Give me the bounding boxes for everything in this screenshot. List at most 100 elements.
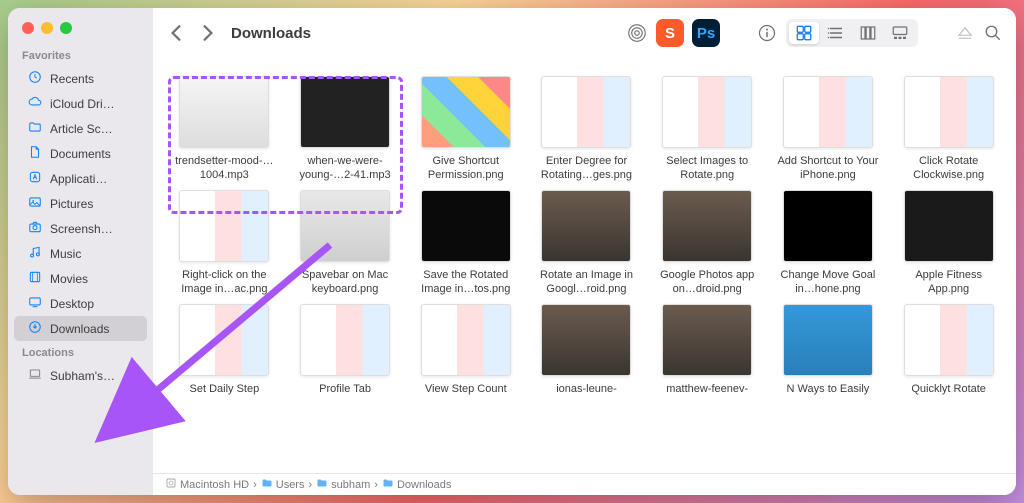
file-item[interactable]: Rotate an Image in Googl…roid.png — [529, 190, 644, 296]
file-item[interactable]: Apple Fitness App.png — [891, 190, 1006, 296]
close-button[interactable] — [22, 22, 34, 34]
photo-icon — [28, 195, 42, 212]
finder-window: Favorites RecentsiCloud Dri…Article Sc…D… — [8, 8, 1016, 495]
sidebar-item-movies[interactable]: Movies — [14, 266, 147, 291]
fullscreen-button[interactable] — [60, 22, 72, 34]
file-item[interactable]: Right-click on the Image in…ac.png — [167, 190, 282, 296]
sidebar-item-screensh[interactable]: Screensh… — [14, 216, 147, 241]
sidebar-item-music[interactable]: Music — [14, 241, 147, 266]
file-thumbnail — [662, 190, 752, 262]
file-thumbnail — [783, 304, 873, 376]
path-label: Macintosh HD — [180, 479, 249, 491]
file-item[interactable]: Select Images to Rotate.png — [650, 76, 765, 182]
view-mode-group — [786, 19, 918, 47]
path-segment[interactable]: Macintosh HD — [165, 477, 249, 492]
file-name: Enter Degree for Rotating…ges.png — [532, 154, 640, 182]
minimize-button[interactable] — [41, 22, 53, 34]
sidebar-item-label: Screensh… — [50, 222, 113, 236]
sidebar-item-label: Article Sc… — [50, 122, 113, 136]
file-item[interactable]: Click Rotate Clockwise.png — [891, 76, 1006, 182]
film-icon — [28, 270, 42, 287]
file-item[interactable]: View Step Count — [408, 304, 523, 410]
file-grid-area[interactable]: trendsetter-mood-…1004.mp3 when-we-were-y… — [153, 58, 1016, 473]
sidebar-item-applicati[interactable]: Applicati… — [14, 166, 147, 191]
file-name: Give Shortcut Permission.png — [412, 154, 520, 182]
sidebar-item-subhams[interactable]: Subham's… — [14, 363, 147, 388]
file-item[interactable]: Enter Degree for Rotating…ges.png — [529, 76, 644, 182]
info-button[interactable] — [758, 24, 776, 42]
column-view-button[interactable] — [853, 22, 883, 44]
folder-b-icon — [382, 477, 394, 492]
path-label: Users — [276, 479, 305, 491]
airdrop-icon[interactable] — [628, 24, 646, 42]
file-item[interactable]: Quicklyt Rotate — [891, 304, 1006, 410]
sidebar: Favorites RecentsiCloud Dri…Article Sc…D… — [8, 8, 153, 495]
file-name: ionas-leune- — [556, 382, 617, 410]
camera-icon — [28, 220, 42, 237]
file-thumbnail — [904, 304, 994, 376]
file-item[interactable]: ionas-leune- — [529, 304, 644, 410]
file-thumbnail — [300, 190, 390, 262]
file-thumbnail — [541, 304, 631, 376]
file-thumbnail — [179, 304, 269, 376]
file-thumbnail — [662, 304, 752, 376]
file-item[interactable]: Spavebar on Mac keyboard.png — [288, 190, 403, 296]
file-name: when-we-were-young-…2-41.mp3 — [291, 154, 399, 182]
app-icon-s[interactable]: S — [656, 19, 684, 47]
gallery-view-button[interactable] — [885, 22, 915, 44]
window-controls — [8, 22, 153, 34]
file-item[interactable]: Give Shortcut Permission.png — [408, 76, 523, 182]
path-label: Downloads — [397, 479, 451, 491]
eject-button[interactable] — [956, 24, 974, 42]
icon-view-button[interactable] — [789, 22, 819, 44]
disk-icon — [165, 477, 177, 492]
content-area: Downloads S Ps trendsetter-mood-…1004.mp3… — [153, 8, 1016, 495]
sidebar-item-articlesc[interactable]: Article Sc… — [14, 116, 147, 141]
file-name: Profile Tab — [319, 382, 371, 410]
sidebar-item-desktop[interactable]: Desktop — [14, 291, 147, 316]
download-icon — [28, 320, 42, 337]
sidebar-item-recents[interactable]: Recents — [14, 66, 147, 91]
cloud-icon — [28, 95, 42, 112]
file-item[interactable]: Add Shortcut to Your iPhone.png — [771, 76, 886, 182]
file-item[interactable]: Save the Rotated Image in…tos.png — [408, 190, 523, 296]
file-thumbnail — [300, 304, 390, 376]
sidebar-locations-heading: Locations — [8, 347, 153, 363]
window-title: Downloads — [231, 25, 311, 42]
file-item[interactable]: Set Daily Step — [167, 304, 282, 410]
folder-b-icon — [316, 477, 328, 492]
list-view-button[interactable] — [821, 22, 851, 44]
path-segment[interactable]: subham — [316, 477, 370, 492]
sidebar-item-iclouddri[interactable]: iCloud Dri… — [14, 91, 147, 116]
file-item[interactable]: trendsetter-mood-…1004.mp3 — [167, 76, 282, 182]
sidebar-item-downloads[interactable]: Downloads — [14, 316, 147, 341]
file-item[interactable]: Profile Tab — [288, 304, 403, 410]
file-name: Save the Rotated Image in…tos.png — [412, 268, 520, 296]
sidebar-item-label: Downloads — [50, 322, 109, 336]
file-item[interactable]: matthew-feenev- — [650, 304, 765, 410]
file-item[interactable]: when-we-were-young-…2-41.mp3 — [288, 76, 403, 182]
sidebar-item-pictures[interactable]: Pictures — [14, 191, 147, 216]
file-name: Rotate an Image in Googl…roid.png — [532, 268, 640, 296]
forward-button[interactable] — [199, 24, 217, 42]
file-name: Click Rotate Clockwise.png — [895, 154, 1003, 182]
file-name: Add Shortcut to Your iPhone.png — [774, 154, 882, 182]
file-thumbnail — [904, 76, 994, 148]
sidebar-item-label: Documents — [50, 147, 111, 161]
file-item[interactable]: Google Photos app on…droid.png — [650, 190, 765, 296]
file-name: Set Daily Step — [190, 382, 260, 410]
file-thumbnail — [421, 190, 511, 262]
file-thumbnail — [783, 76, 873, 148]
file-item[interactable]: Change Move Goal in…hone.png — [771, 190, 886, 296]
file-thumbnail — [179, 76, 269, 148]
path-segment[interactable]: Users — [261, 477, 305, 492]
file-item[interactable]: N Ways to Easily — [771, 304, 886, 410]
file-thumbnail — [300, 76, 390, 148]
path-segment[interactable]: Downloads — [382, 477, 451, 492]
sidebar-item-documents[interactable]: Documents — [14, 141, 147, 166]
file-thumbnail — [904, 190, 994, 262]
toolbar: Downloads S Ps — [153, 8, 1016, 58]
search-button[interactable] — [984, 24, 1002, 42]
app-icon-ps[interactable]: Ps — [692, 19, 720, 47]
back-button[interactable] — [167, 24, 185, 42]
